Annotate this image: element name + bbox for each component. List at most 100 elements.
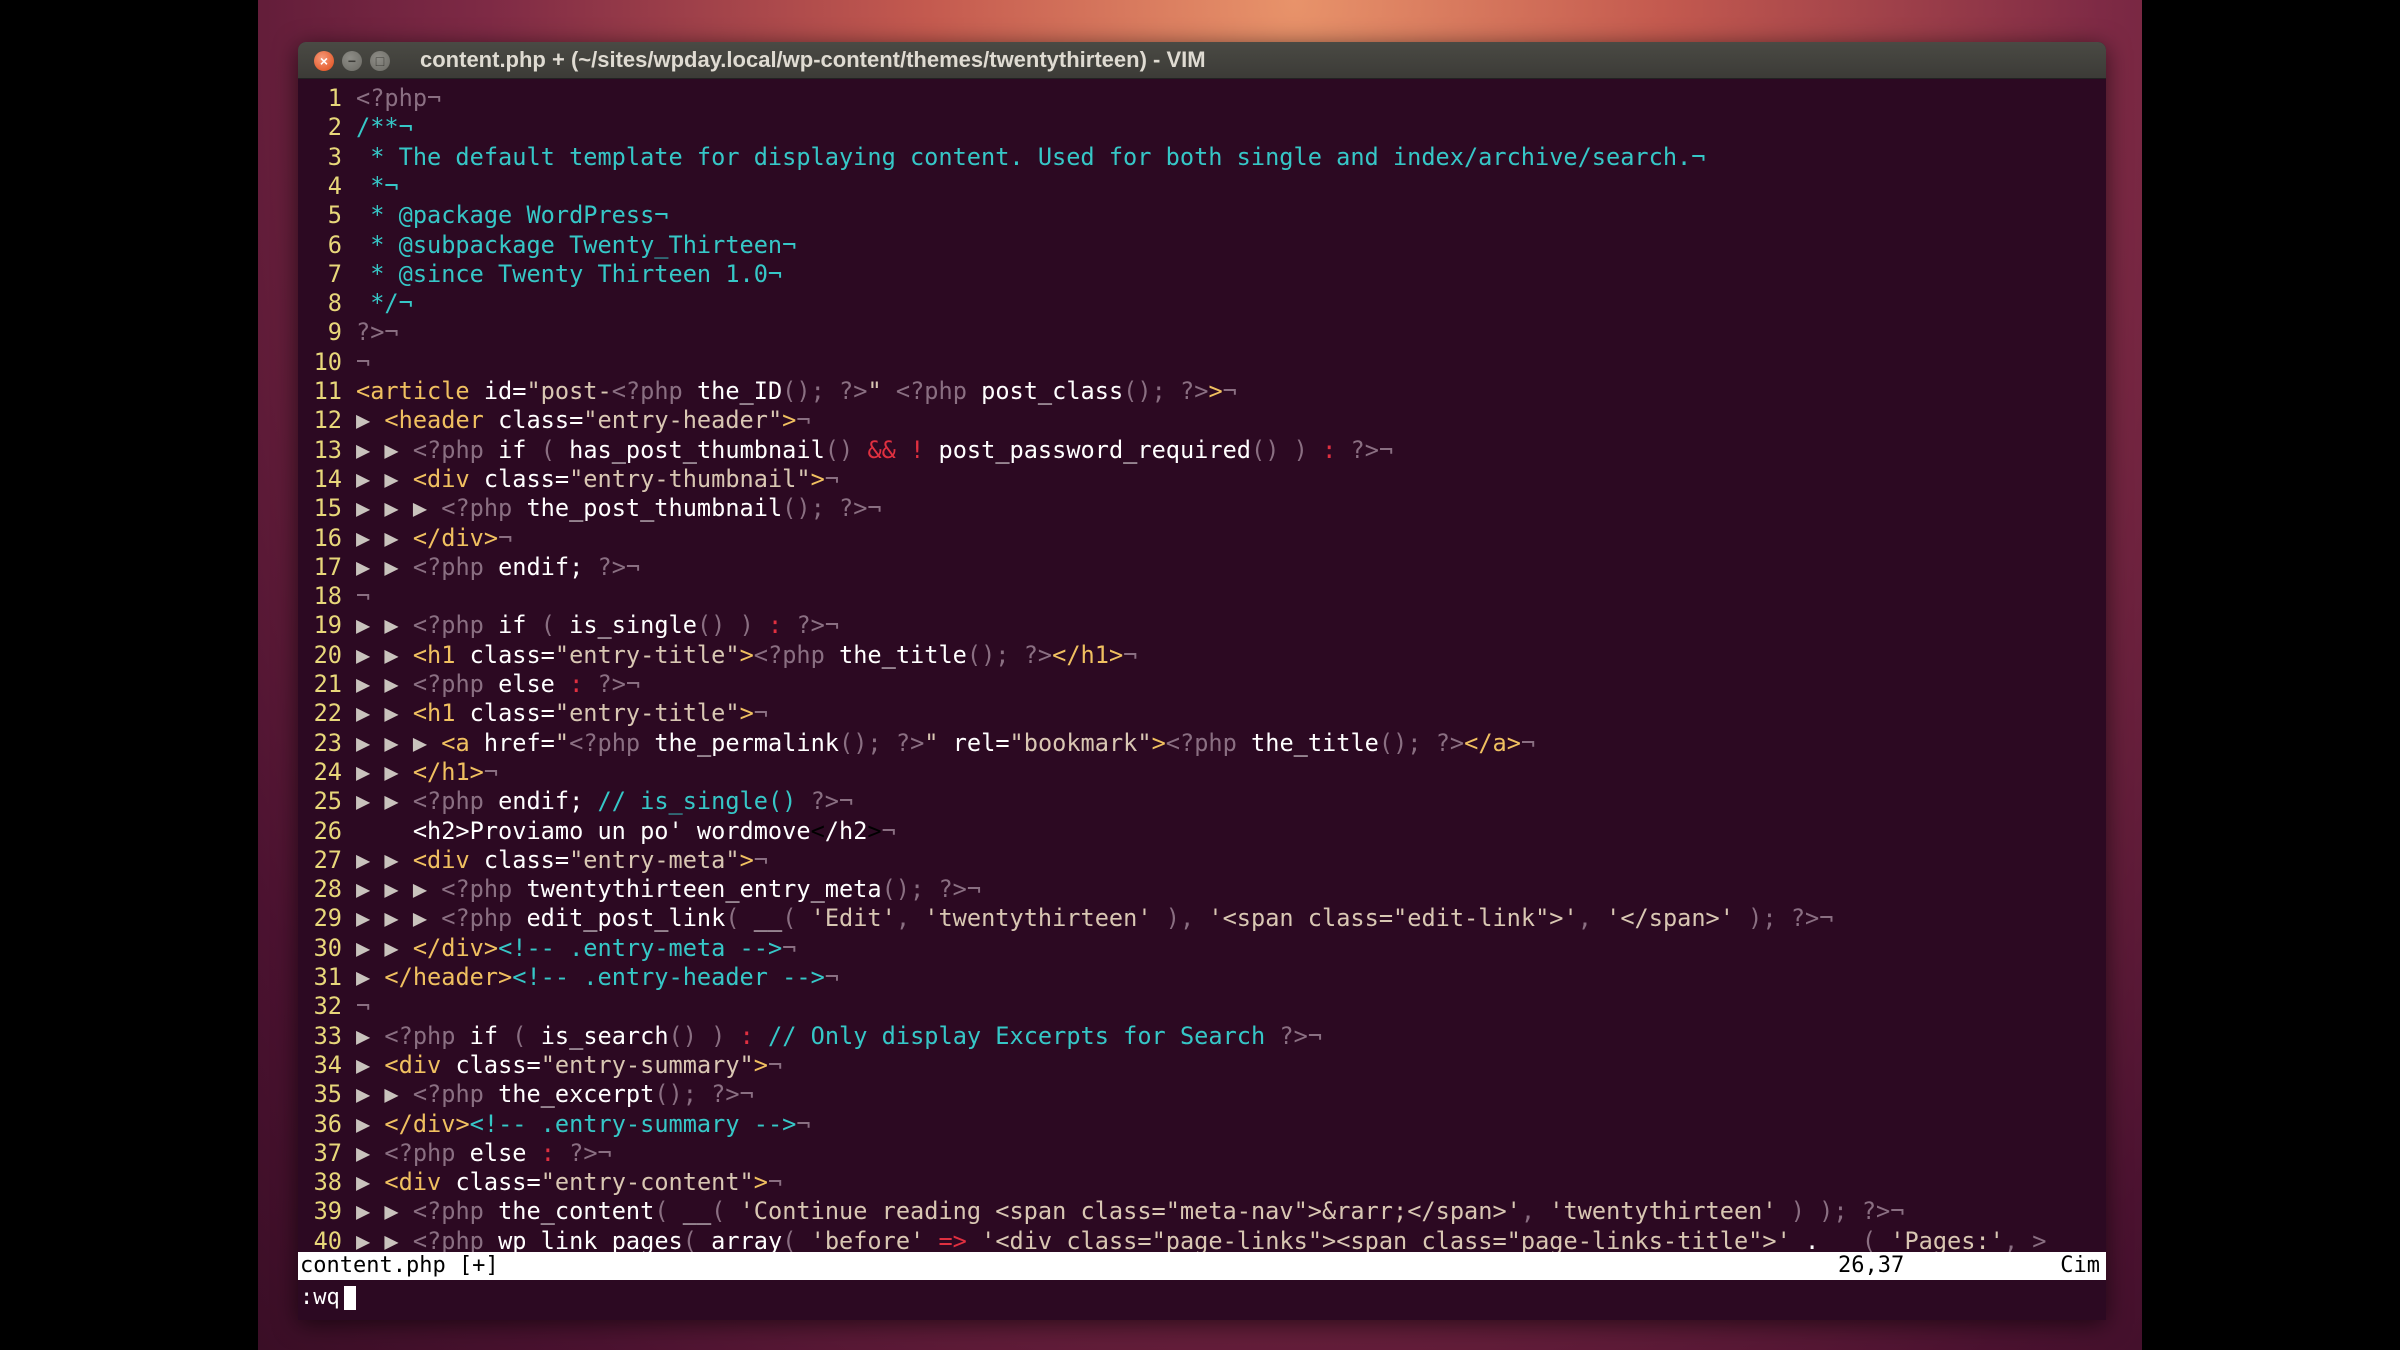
code-line[interactable]: 18 ¬ bbox=[298, 582, 2106, 611]
status-filename: content.php [+] bbox=[300, 1253, 499, 1278]
code-token: ?> bbox=[1180, 377, 1209, 405]
code-line[interactable]: 2 /**¬ bbox=[298, 113, 2106, 142]
code-line[interactable]: 9 ?>¬ bbox=[298, 318, 2106, 347]
code-line[interactable]: 29 ▶ ▶ ▶ <?php edit_post_link( __( 'Edit'… bbox=[298, 904, 2106, 933]
code-line[interactable]: 22 ▶ ▶ <h1 class="entry-title">¬ bbox=[298, 699, 2106, 728]
code-line[interactable]: 39 ▶ ▶ <?php the_content( __( 'Continue r… bbox=[298, 1197, 2106, 1226]
code-token: ▶ ▶ bbox=[356, 787, 413, 816]
code-line[interactable]: 36 ▶ </div><!-- .entry-summary -->¬ bbox=[298, 1110, 2106, 1139]
code-line[interactable]: 1 <?php¬ bbox=[298, 84, 2106, 113]
code-line[interactable]: 8 */¬ bbox=[298, 289, 2106, 318]
text-cursor: > bbox=[867, 816, 882, 845]
code-line[interactable]: 28 ▶ ▶ ▶ <?php twentythirteen_entry_meta(… bbox=[298, 875, 2106, 904]
line-number: 21 bbox=[313, 670, 342, 698]
code-line[interactable]: 19 ▶ ▶ <?php if ( is_single() ) : ?>¬ bbox=[298, 611, 2106, 640]
code-token: <h1 bbox=[412, 699, 456, 728]
status-line: content.php [+] 26,37 Cim bbox=[298, 1252, 2106, 1280]
code-token: <?php bbox=[441, 875, 513, 904]
code-token: (); bbox=[881, 875, 925, 904]
code-token: <article bbox=[356, 377, 470, 405]
code-line[interactable]: 17 ▶ ▶ <?php endif; ?>¬ bbox=[298, 553, 2106, 582]
code-token: "entry-thumbnail" bbox=[569, 464, 811, 493]
code-line[interactable]: 32 ¬ bbox=[298, 992, 2106, 1021]
code-token: ▶ bbox=[356, 963, 385, 991]
line-number: 30 bbox=[313, 933, 342, 962]
code-token: > bbox=[1208, 377, 1223, 405]
code-token: ¬ bbox=[356, 347, 371, 376]
code-token: ?>¬ bbox=[1861, 1197, 1905, 1226]
code-token: * @subpackage Twenty_Thirteen¬ bbox=[356, 230, 797, 259]
code-line[interactable]: 21 ▶ ▶ <?php else : ?>¬ bbox=[298, 670, 2106, 699]
code-token: <header bbox=[384, 406, 484, 435]
code-token: the_permalink bbox=[640, 728, 840, 757]
code-line[interactable]: 33 ▶ <?php if ( is_search() ) : // Only d… bbox=[298, 1022, 2106, 1051]
code-line[interactable]: 38 ▶ <div class="entry-content">¬ bbox=[298, 1168, 2106, 1197]
code-token: '<span class="edit-link">' bbox=[1208, 904, 1578, 933]
code-token: class= bbox=[455, 640, 555, 669]
line-number: 5 bbox=[327, 201, 342, 230]
title-bar[interactable]: × − □ content.php + (~/sites/wpday.local… bbox=[298, 42, 2106, 79]
code-line[interactable]: 25 ▶ ▶ <?php endif; // is_single() ?>¬ bbox=[298, 787, 2106, 816]
code-line[interactable]: 37 ▶ <?php else : ?>¬ bbox=[298, 1139, 2106, 1168]
code-token: , bbox=[1577, 904, 1607, 933]
code-line[interactable]: 6 * @subpackage Twenty_Thirteen¬ bbox=[298, 231, 2106, 260]
maximize-icon[interactable]: □ bbox=[370, 51, 390, 71]
code-line[interactable]: 35 ▶ ▶ <?php the_excerpt(); ?>¬ bbox=[298, 1080, 2106, 1109]
line-number: 32 bbox=[313, 992, 342, 1021]
code-line[interactable]: 14 ▶ ▶ <div class="entry-thumbnail">¬ bbox=[298, 465, 2106, 494]
code-token: ?>¬ bbox=[839, 494, 882, 523]
code-token: __ bbox=[753, 904, 783, 933]
code-line[interactable]: 16 ▶ ▶ </div>¬ bbox=[298, 524, 2106, 553]
code-line[interactable]: 30 ▶ ▶ </div><!-- .entry-meta -->¬ bbox=[298, 934, 2106, 963]
code-line[interactable]: 24 ▶ ▶ </h1>¬ bbox=[298, 758, 2106, 787]
minimize-icon[interactable]: − bbox=[342, 51, 362, 71]
code-token: ▶ ▶ bbox=[356, 1226, 413, 1255]
code-token: </h1> bbox=[412, 757, 484, 786]
code-token: ▶ bbox=[356, 1021, 385, 1050]
code-line[interactable]: 4 *¬ bbox=[298, 172, 2106, 201]
code-line[interactable]: 27 ▶ ▶ <div class="entry-meta">¬ bbox=[298, 846, 2106, 875]
command-line[interactable]: :wq bbox=[298, 1282, 2106, 1314]
code-token: twentythirteen_entry_meta bbox=[512, 875, 882, 904]
code-token: ¬ bbox=[356, 582, 371, 611]
code-token: <div bbox=[412, 845, 470, 874]
close-icon[interactable]: × bbox=[314, 51, 334, 71]
code-line[interactable]: 15 ▶ ▶ ▶ <?php the_post_thumbnail(); ?>¬ bbox=[298, 494, 2106, 523]
code-token: "entry-content" bbox=[540, 1168, 754, 1197]
code-line[interactable]: 20 ▶ ▶ <h1 class="entry-title"><?php the_… bbox=[298, 641, 2106, 670]
code-token: ¬ bbox=[824, 963, 839, 991]
code-token: ▶ ▶ bbox=[356, 933, 413, 962]
code-token: () ) bbox=[668, 1021, 726, 1050]
code-token: ¬ bbox=[767, 1168, 783, 1197]
code-token: if bbox=[483, 611, 541, 640]
code-token: , bbox=[1520, 1197, 1550, 1226]
code-line[interactable]: 31 ▶ </header><!-- .entry-header -->¬ bbox=[298, 963, 2106, 992]
code-token: : bbox=[739, 1021, 754, 1050]
code-line[interactable]: 11 <article id="post-<?php the_ID(); ?>" … bbox=[298, 377, 2106, 406]
code-line[interactable]: 5 * @package WordPress¬ bbox=[298, 201, 2106, 230]
editor-buffer[interactable]: 1 <?php¬ 2/**¬ 3 * The default template for… bbox=[298, 80, 2106, 1296]
code-token: the_excerpt bbox=[483, 1080, 655, 1109]
code-line[interactable]: 10 ¬ bbox=[298, 348, 2106, 377]
code-line[interactable]: 3 * The default template for displaying … bbox=[298, 143, 2106, 172]
code-token: 'Edit' bbox=[810, 904, 896, 933]
code-token: <!-- .entry-summary --> bbox=[469, 1109, 797, 1138]
code-token: ?>¬ bbox=[810, 787, 854, 816]
code-line[interactable]: 7 * @since Twenty Thirteen 1.0¬ bbox=[298, 260, 2106, 289]
code-token: <?php bbox=[412, 670, 484, 698]
code-line[interactable]: 12 ▶ <header class="entry-header">¬ bbox=[298, 406, 2106, 435]
code-line[interactable]: 13 ▶ ▶ <?php if ( has_post_thumbnail() &&… bbox=[298, 436, 2106, 465]
code-token: post_password_required bbox=[924, 435, 1252, 464]
code-line[interactable]: 26 <h2>Proviamo un po' wordmove</h2>¬ bbox=[298, 817, 2106, 846]
vim-window: × − □ content.php + (~/sites/wpday.local… bbox=[298, 42, 2106, 1320]
code-line[interactable]: 23 ▶ ▶ ▶ <a href="<?php the_permalink(); … bbox=[298, 729, 2106, 758]
code-token: ¬ bbox=[796, 1109, 811, 1138]
code-line[interactable]: 34 ▶ <div class="entry-summary">¬ bbox=[298, 1051, 2106, 1080]
